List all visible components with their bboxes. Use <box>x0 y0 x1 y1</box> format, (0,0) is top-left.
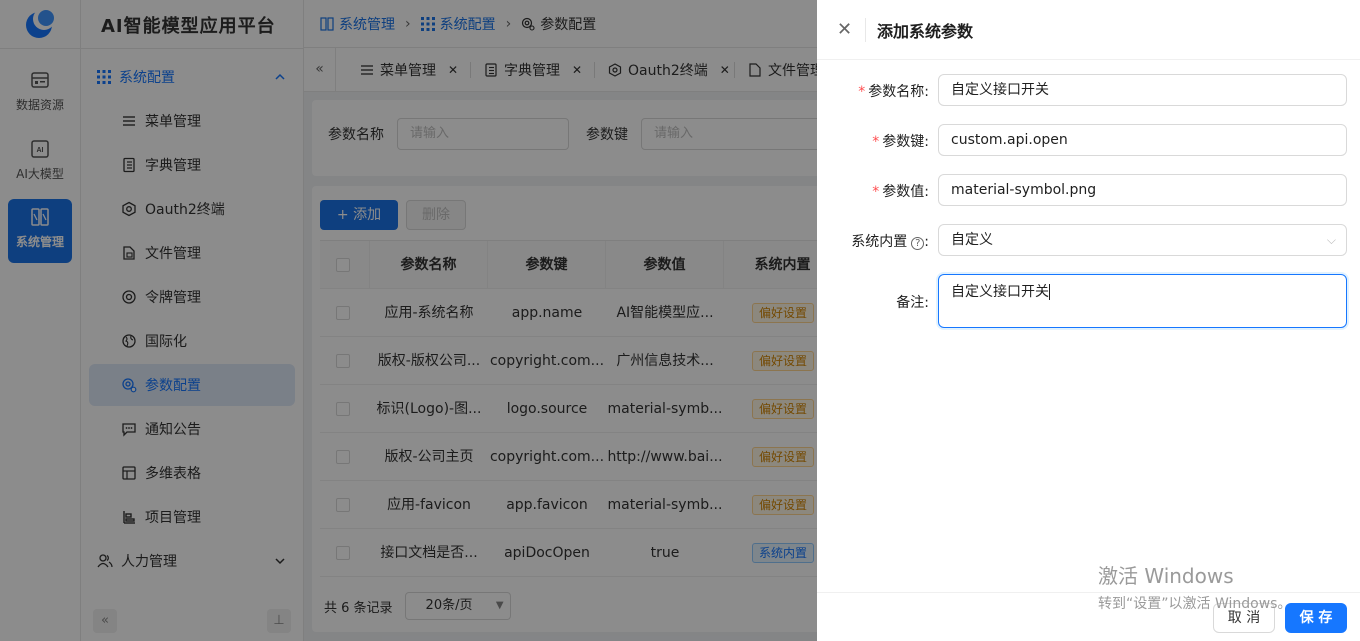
watermark-line: 激活 Windows <box>1098 564 1234 588</box>
param-key-input[interactable]: custom.api.open <box>938 124 1347 156</box>
help-icon[interactable]: ? <box>911 237 925 250</box>
watermark-line: 转到“设置”以激活 Windows。 <box>1098 596 1292 612</box>
remark-label: 备注: <box>896 295 929 311</box>
builtin-select[interactable]: 自定义 ⌵ <box>938 224 1347 256</box>
param-name-input[interactable]: 自定义接口开关 <box>938 74 1347 106</box>
param-value-label: * 参数值: <box>872 184 929 200</box>
windows-activation-watermark: 激活 Windows 转到“设置”以激活 Windows。 <box>1098 560 1291 613</box>
param-value-input[interactable]: material-symbol.png <box>938 174 1347 206</box>
param-key-label: * 参数键: <box>872 134 929 150</box>
drawer-title: 添加系统参数 <box>877 22 974 41</box>
remark-textarea[interactable]: 自定义接口开关 <box>938 274 1347 328</box>
remark-text: 自定义接口开关 <box>951 284 1049 300</box>
close-icon[interactable]: ✕ <box>837 18 853 42</box>
param-name-label: * 参数名称: <box>858 84 929 100</box>
add-param-drawer: ✕ 添加系统参数 * 参数名称: 自定义接口开关 * 参数键: custom.api… <box>817 0 1360 641</box>
modal-mask[interactable] <box>0 0 817 641</box>
save-button[interactable]: 保 存 <box>1285 603 1347 633</box>
builtin-select-value: 自定义 <box>951 232 993 248</box>
chevron-down-icon: ⌵ <box>1326 233 1336 247</box>
builtin-label: 系统内置?: <box>851 234 929 250</box>
drawer-header: ✕ 添加系统参数 <box>817 0 1360 60</box>
